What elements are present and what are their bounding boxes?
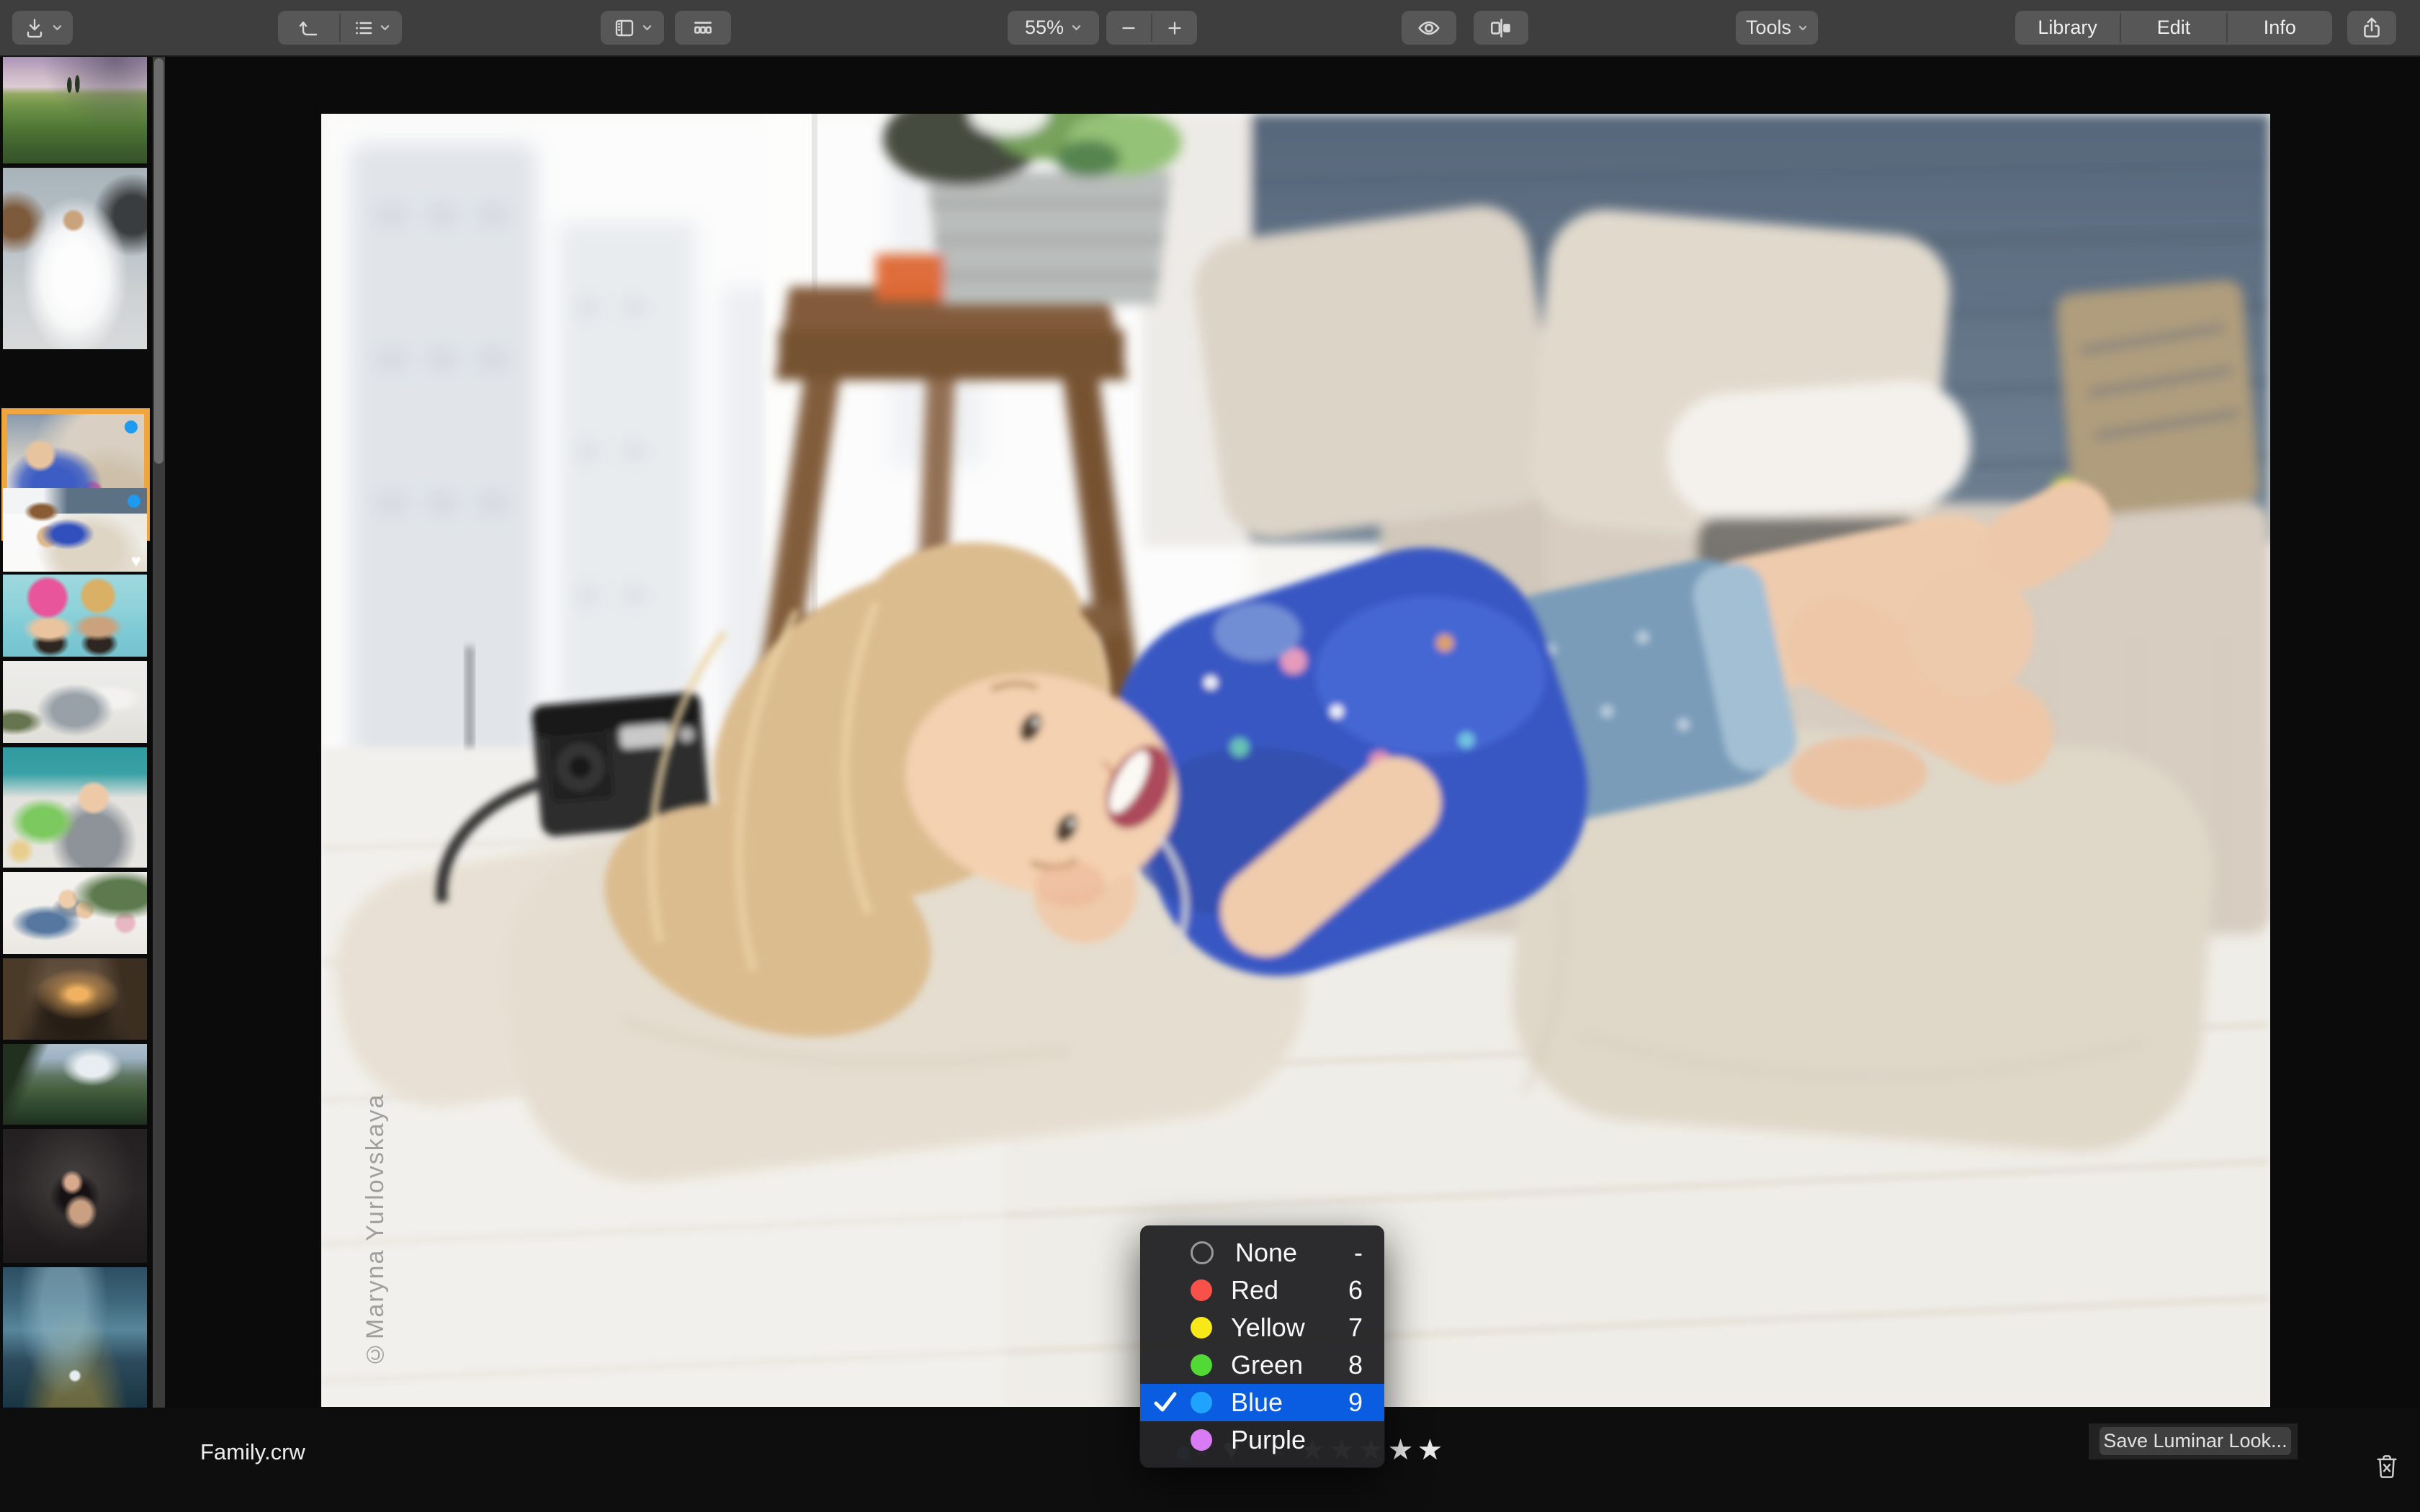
chevron-down-icon — [1798, 24, 1808, 32]
zoom-level-button[interactable]: 55% — [1008, 11, 1099, 45]
chevron-down-icon — [52, 24, 63, 32]
tab-edit[interactable]: Edit — [2121, 11, 2226, 45]
thumbnail-christmas-family[interactable] — [3, 872, 147, 954]
thumbnail-mountain-valley[interactable] — [3, 1044, 147, 1125]
filmstrip-sidebar: ♥ ♥ — [0, 57, 167, 1512]
history-list-group — [278, 11, 402, 45]
color-swatch-red-icon — [1191, 1279, 1212, 1301]
thumbnail-child-on-pillows[interactable]: ♥ — [3, 488, 147, 572]
delete-button[interactable] — [2374, 1452, 2400, 1485]
tab-library[interactable]: Library — [2015, 11, 2120, 45]
tools-label: Tools — [1746, 17, 1791, 39]
star-icon[interactable]: ★ — [1417, 1434, 1446, 1466]
export-button[interactable] — [12, 11, 73, 45]
tools-menu-button[interactable]: Tools — [1736, 11, 1818, 45]
filmstrip-scrollbar-track[interactable] — [153, 57, 165, 1512]
menu-item-green[interactable]: Green 8 — [1140, 1346, 1384, 1384]
color-swatch-purple-icon — [1191, 1429, 1212, 1451]
checkmark-icon — [1152, 1390, 1178, 1416]
blue-label-badge — [127, 495, 140, 508]
tab-info[interactable]: Info — [2228, 11, 2332, 45]
chevron-down-icon — [642, 24, 653, 32]
color-swatch-none-icon — [1191, 1241, 1214, 1264]
save-luminar-look-button[interactable]: Save Luminar Look... — [2099, 1427, 2291, 1455]
watermark-text: ©Maryna Yurlovskaya — [362, 1087, 396, 1368]
chevron-down-icon — [380, 24, 390, 32]
filmstrip-icon — [691, 16, 715, 40]
open-photo[interactable]: ©Maryna Yurlovskaya — [321, 114, 2270, 1407]
plus-icon — [1164, 17, 1186, 39]
zoom-buttons-group — [1106, 11, 1197, 45]
blue-label-badge — [125, 420, 138, 433]
side-panel-toggle-button[interactable] — [601, 11, 664, 45]
photo-artwork — [321, 114, 2270, 1407]
compare-before-after-button[interactable] — [1474, 11, 1528, 45]
download-tray-icon — [23, 17, 46, 40]
zoom-level-value: 55% — [1025, 17, 1064, 39]
thumbnail-boy-dinosaur[interactable] — [3, 747, 147, 868]
thumbnail-dancer[interactable] — [3, 1129, 147, 1263]
revert-button[interactable] — [278, 11, 339, 45]
share-button[interactable] — [2347, 11, 2396, 45]
zoom-out-button[interactable] — [1106, 11, 1151, 45]
thumbnail-grass-field[interactable] — [3, 57, 147, 163]
thumbnail-sunset-palms[interactable] — [3, 958, 147, 1040]
photo-editor-window: 55% Tools Library Edit — [0, 0, 2420, 1512]
view-mode-segmented-control: Library Edit Info — [2015, 11, 2332, 45]
editor-canvas[interactable]: ©Maryna Yurlovskaya — [167, 57, 2420, 1408]
thumbnail-women-poolside[interactable] — [3, 575, 147, 657]
split-view-icon — [1489, 16, 1513, 40]
menu-item-none[interactable]: None - — [1140, 1234, 1384, 1272]
bullet-list-icon — [352, 17, 375, 40]
filmstrip-toggle-button[interactable] — [675, 11, 731, 45]
color-swatch-green-icon — [1191, 1354, 1212, 1376]
color-swatch-blue-icon — [1191, 1392, 1212, 1413]
chevron-down-icon — [1071, 24, 1082, 32]
filename-label: Family.crw — [200, 1439, 305, 1465]
menu-item-yellow[interactable]: Yellow 7 — [1140, 1309, 1384, 1346]
menu-item-purple[interactable]: Purple — [1140, 1421, 1384, 1459]
top-toolbar: 55% Tools Library Edit — [0, 0, 2420, 57]
favorite-heart-icon: ♥ — [131, 553, 141, 570]
star-icon[interactable]: ★ — [1388, 1434, 1417, 1466]
trash-icon — [2374, 1452, 2400, 1481]
color-label-context-menu: None - Red 6 Yellow 7 Green 8 Blue — [1140, 1225, 1384, 1467]
history-list-button[interactable] — [341, 11, 402, 45]
menu-item-blue-selected[interactable]: Blue 9 — [1140, 1384, 1384, 1421]
back-arrow-icon — [297, 17, 321, 40]
menu-item-red[interactable]: Red 6 — [1140, 1272, 1384, 1309]
thumbnail-girl-white-dress[interactable] — [3, 168, 147, 349]
sidebar-panel-icon — [613, 17, 636, 40]
share-up-arrow-icon — [2360, 16, 2384, 40]
thumbnail-hanging-bed[interactable] — [3, 661, 147, 743]
eye-icon — [1417, 16, 1441, 40]
color-swatch-yellow-icon — [1191, 1317, 1212, 1338]
quick-preview-button[interactable] — [1402, 11, 1456, 45]
minus-icon — [1118, 17, 1139, 39]
zoom-in-button[interactable] — [1152, 11, 1197, 45]
filmstrip-scrollbar-thumb[interactable] — [154, 58, 163, 464]
